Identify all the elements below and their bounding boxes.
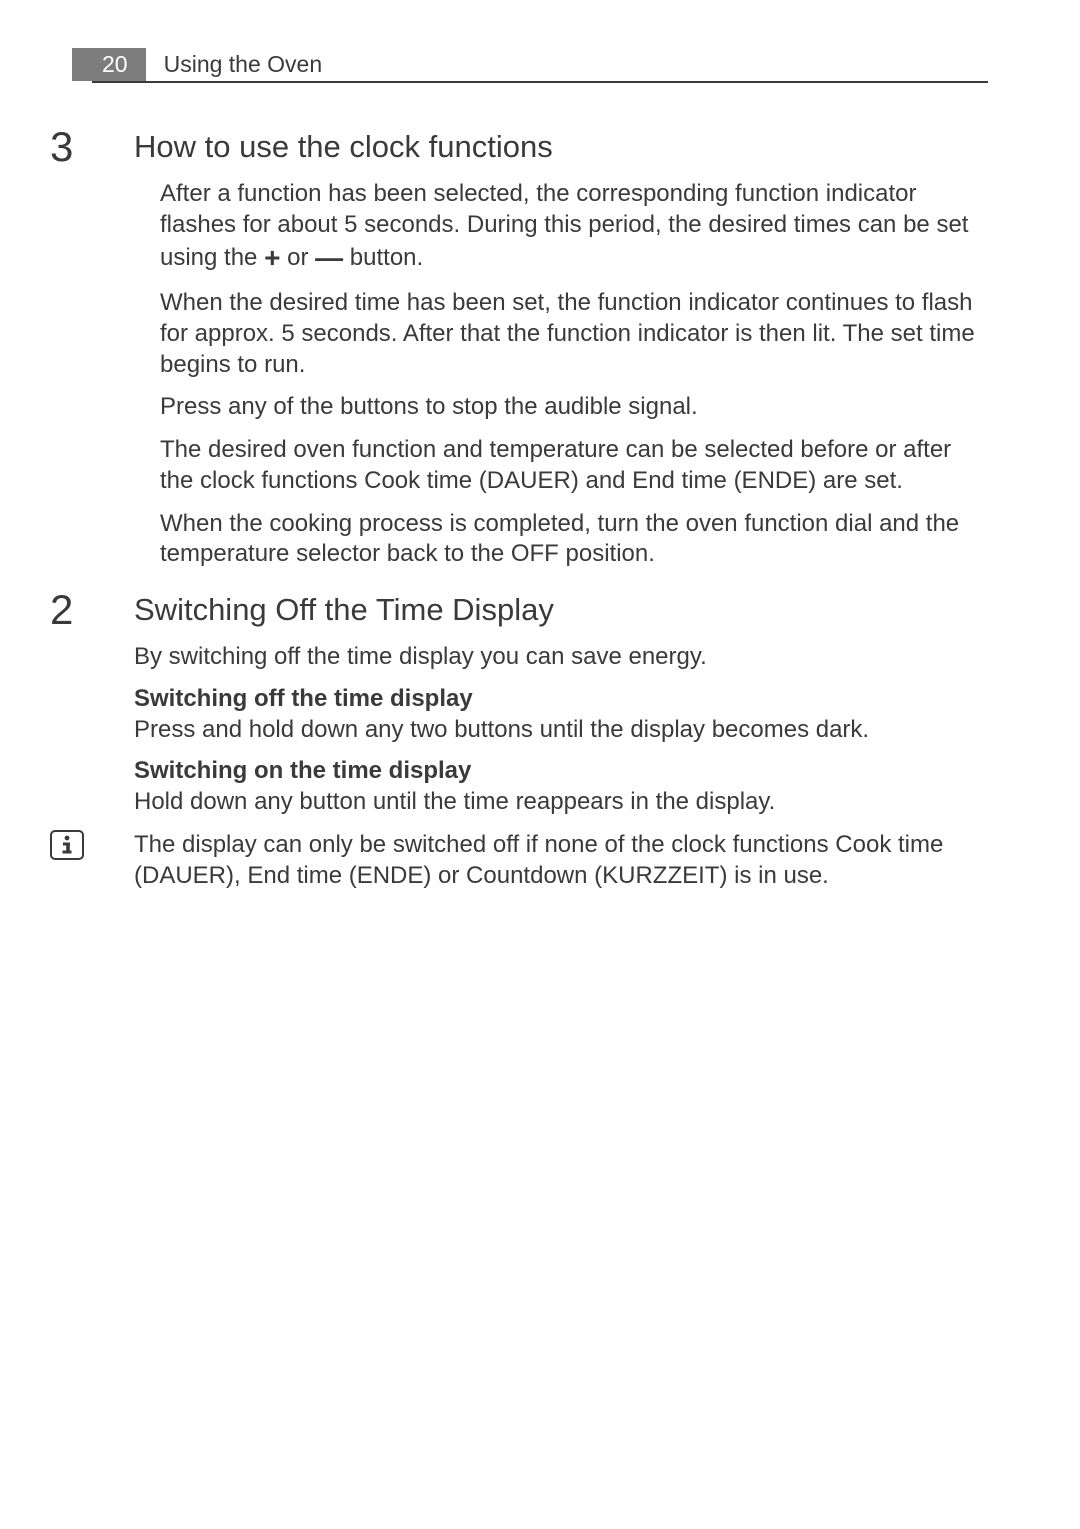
paragraph: The desired oven function and temperatur…: [160, 435, 988, 496]
page-number-box: 20: [72, 48, 146, 81]
section-heading: Switching Off the Time Display: [134, 592, 988, 628]
paragraph: The display can only be switched off if …: [134, 830, 988, 891]
paragraph: Press and hold down any two buttons unti…: [134, 715, 988, 746]
running-title: Using the Oven: [146, 48, 323, 81]
text-run: button.: [343, 244, 423, 271]
section-heading: How to use the clock functions: [134, 129, 988, 165]
manual-page: 20 Using the Oven 3 How to use the clock…: [0, 0, 1080, 892]
paragraph: Hold down any button until the time reap…: [134, 787, 988, 818]
paragraph: Press any of the buttons to stop the aud…: [160, 392, 988, 423]
subheading: Switching off the time display: [134, 685, 988, 713]
section-marker-icon: 2: [50, 586, 73, 634]
text-run: or: [280, 244, 315, 271]
section-time-display: 2 Switching Off the Time Display By swit…: [92, 592, 988, 892]
info-note: The display can only be switched off if …: [92, 830, 988, 891]
minus-icon: —: [315, 242, 343, 273]
plus-icon: +: [264, 242, 280, 273]
section-marker-icon: 3: [50, 123, 73, 171]
paragraph: By switching off the time display you ca…: [134, 642, 988, 673]
paragraph: When the cooking process is completed, t…: [160, 509, 988, 570]
subheading: Switching on the time display: [134, 757, 988, 785]
paragraph: After a function has been selected, the …: [160, 179, 988, 276]
paragraph: When the desired time has been set, the …: [160, 288, 988, 380]
info-icon: [50, 830, 84, 860]
running-head: 20 Using the Oven: [92, 48, 988, 83]
section-clock-functions: 3 How to use the clock functions After a…: [92, 129, 988, 570]
page-number: 20: [102, 51, 128, 78]
